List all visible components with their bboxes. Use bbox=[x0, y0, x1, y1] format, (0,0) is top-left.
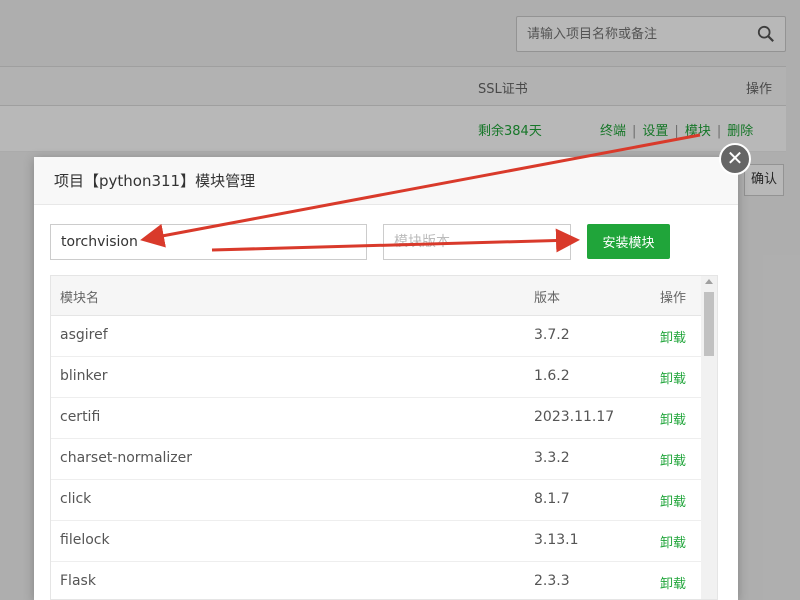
module-table-header: 模块名 版本 操作 bbox=[51, 276, 717, 316]
install-module-button[interactable]: 安装模块 bbox=[587, 224, 670, 259]
uninstall-link[interactable]: 卸载 bbox=[660, 532, 686, 551]
uninstall-link[interactable]: 卸载 bbox=[660, 409, 686, 428]
module-name: click bbox=[60, 491, 92, 507]
version-column-header: 版本 bbox=[534, 291, 561, 306]
module-name: filelock bbox=[60, 532, 110, 548]
module-name: Flask bbox=[60, 573, 96, 589]
module-table-body: asgiref 3.7.2 卸载 blinker 1.6.2 卸载 certif… bbox=[51, 316, 717, 599]
table-scrollbar[interactable] bbox=[701, 276, 717, 599]
module-version: 1.6.2 bbox=[534, 368, 570, 384]
uninstall-link[interactable]: 卸载 bbox=[660, 491, 686, 510]
module-name-input[interactable] bbox=[50, 224, 367, 260]
table-row: Flask 2.3.3 卸载 bbox=[51, 562, 717, 599]
table-row: click 8.1.7 卸载 bbox=[51, 480, 717, 521]
dialog-title: 项目【python311】模块管理 bbox=[34, 157, 738, 205]
action-column-header: 操作 bbox=[660, 291, 687, 306]
uninstall-link[interactable]: 卸载 bbox=[660, 327, 686, 346]
scroll-up-arrow-icon[interactable] bbox=[705, 279, 713, 284]
module-version: 8.1.7 bbox=[534, 491, 570, 507]
module-version: 3.7.2 bbox=[534, 327, 570, 343]
module-name: charset-normalizer bbox=[60, 450, 193, 466]
module-name-column-header: 模块名 bbox=[60, 291, 100, 306]
table-row: certifi 2023.11.17 卸载 bbox=[51, 398, 717, 439]
module-name: certifi bbox=[60, 409, 101, 425]
module-name: blinker bbox=[60, 368, 108, 384]
module-version: 3.3.2 bbox=[534, 450, 570, 466]
uninstall-link[interactable]: 卸载 bbox=[660, 368, 686, 387]
module-version-input[interactable] bbox=[383, 224, 571, 260]
table-row: filelock 3.13.1 卸载 bbox=[51, 521, 717, 562]
uninstall-link[interactable]: 卸载 bbox=[660, 573, 686, 592]
scroll-thumb[interactable] bbox=[704, 292, 714, 356]
module-version: 2023.11.17 bbox=[534, 409, 615, 425]
module-management-dialog: 项目【python311】模块管理 ✕ 安装模块 模块名 版本 操作 asgir… bbox=[34, 143, 751, 600]
uninstall-link[interactable]: 卸载 bbox=[660, 450, 686, 469]
module-table: 模块名 版本 操作 asgiref 3.7.2 卸载 blinker 1.6.2… bbox=[50, 275, 718, 600]
module-name: asgiref bbox=[60, 327, 108, 343]
close-icon[interactable]: ✕ bbox=[719, 143, 751, 175]
table-row: charset-normalizer 3.3.2 卸载 bbox=[51, 439, 717, 480]
module-version: 2.3.3 bbox=[534, 573, 570, 589]
table-row: blinker 1.6.2 卸载 bbox=[51, 357, 717, 398]
table-row: asgiref 3.7.2 卸载 bbox=[51, 316, 717, 357]
module-version: 3.13.1 bbox=[534, 532, 579, 548]
